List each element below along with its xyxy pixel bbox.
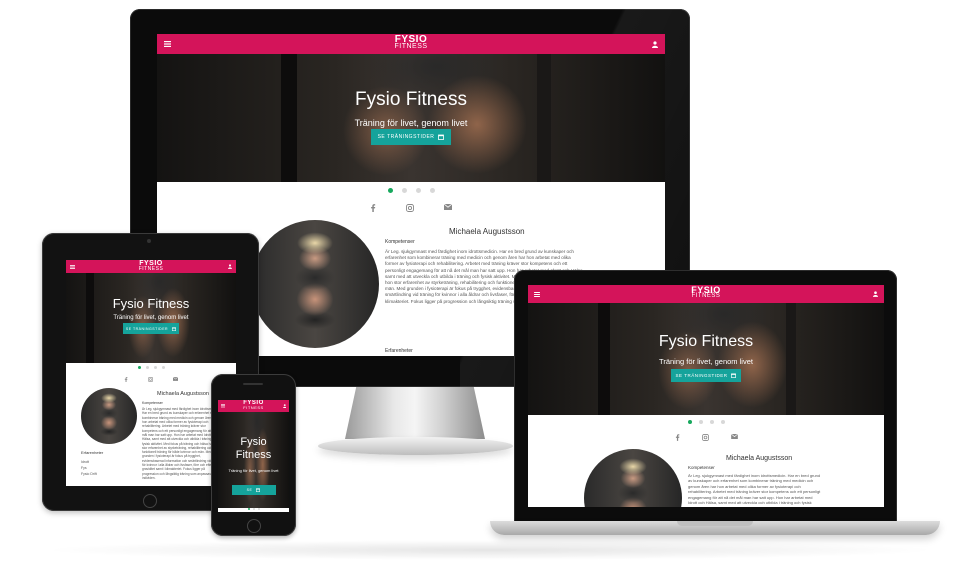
facebook-icon[interactable] [675,434,680,441]
phone-speaker [243,383,263,385]
mail-icon[interactable] [730,434,738,441]
social-links [528,434,884,441]
hero-subtitle: Träning för livet, genom livet [228,468,279,473]
hero-title: Fysio Fitness [235,436,272,461]
list-item[interactable]: Fysio Drift [81,472,131,478]
carousel-dot[interactable] [429,188,435,193]
logo[interactable]: FYSIO FITNESS [243,400,264,410]
carousel-dot[interactable] [153,366,157,369]
trainer-photo [81,388,137,444]
trainer-role: Kompetenser [688,465,715,470]
carousel-dot[interactable] [247,508,250,510]
hero-subtitle: Träning för livet, genom livet [113,315,189,321]
trainer-name: Michaela Augustsson [726,455,793,462]
hero-banner: Fysio Fitness Träning för livet, genom l… [218,412,289,508]
instagram-icon[interactable] [701,434,709,441]
calendar-icon [438,134,445,140]
trainer-photo [251,220,379,348]
carousel-dot[interactable] [252,508,255,510]
schedule-button[interactable]: SE TRÄNINGSTIDER [123,323,179,334]
carousel-dot[interactable] [687,420,692,424]
user-icon[interactable] [282,404,287,408]
user-icon[interactable] [873,291,878,297]
carousel-dot[interactable] [257,508,260,510]
phone-home-button [247,519,261,533]
carousel-dot[interactable] [720,420,725,424]
schedule-button[interactable]: SE TRÄNINGSTIDER [371,129,451,145]
carousel-dot[interactable] [401,188,407,193]
social-links [157,204,665,212]
hamburger-icon[interactable] [534,291,540,297]
trainer-description: Är Leg. sjukgymnast med färdighet inom i… [142,407,222,479]
trainer-name: Michaela Augustsson [157,391,209,397]
hero-title: Fysio Fitness [355,89,467,110]
hamburger-icon[interactable] [221,404,225,408]
phone-site: FYSIO FITNESS Fysio Fitness Träning för … [218,400,289,512]
carousel-dot[interactable] [709,420,714,424]
schedule-button[interactable]: SE TRÄNINGSTIDER [671,369,741,382]
laptop-site: FYSIO FITNESS Fysio Fitness Träning för … [528,285,884,507]
instagram-icon[interactable] [148,377,153,382]
logo[interactable]: FYSIO FITNESS [139,260,164,272]
carousel-dot[interactable] [145,366,149,369]
schedule-button[interactable]: SE [231,485,276,495]
hero-banner: Fysio Fitness Träning för livet, genom l… [66,273,236,363]
trainer-description: Är Leg. sjukgymnast med färdighet inom i… [688,473,821,505]
instagram-icon[interactable] [406,204,414,212]
tablet-menu-list: Idrott Fys Fysio Drift [81,460,131,478]
experience-heading: Erfarenheter [81,450,104,455]
hero-banner: Fysio Fitness Träning för livet, genom l… [528,303,884,415]
calendar-icon [172,326,177,331]
floor-shadow [40,540,940,560]
hero-subtitle: Träning för livet, genom livet [354,118,468,128]
carousel-dot[interactable] [387,188,393,193]
monitor-base [318,437,513,455]
hamburger-icon[interactable] [164,41,171,47]
trainer-name: Michaela Augustsson [449,227,525,236]
facebook-icon[interactable] [370,204,376,212]
hamburger-icon[interactable] [70,264,75,269]
tablet-camera [147,239,151,243]
experience-heading: Erfarenheter [385,348,413,354]
hero-title: Fysio Fitness [658,333,754,350]
user-icon[interactable] [652,40,658,48]
carousel-indicators [66,366,236,369]
tablet-home-button [143,494,157,508]
social-links [66,377,236,382]
trainer-photo [584,449,682,507]
facebook-icon[interactable] [124,377,128,382]
mail-icon[interactable] [444,204,452,212]
laptop-notch [677,521,753,526]
carousel-indicators [157,188,665,193]
calendar-icon [731,373,737,378]
carousel-indicators [528,420,884,424]
carousel-dot[interactable] [415,188,421,193]
carousel-indicators [218,508,289,510]
logo[interactable]: FYSIO FITNESS [394,35,427,51]
logo[interactable]: FYSIO FITNESS [691,285,721,299]
hero-subtitle: Träning för livet, genom livet [659,357,753,366]
mail-icon[interactable] [173,377,178,382]
carousel-dot[interactable] [698,420,703,424]
carousel-dot[interactable] [137,366,141,369]
monitor-neck [345,387,485,439]
calendar-icon [256,488,261,492]
trainer-role: Kompetenser [142,401,163,405]
trainer-role: Kompetenser [385,239,415,245]
carousel-dot[interactable] [161,366,165,369]
hero-title: Fysio Fitness [112,296,190,311]
user-icon[interactable] [228,264,232,269]
hero-banner: Fysio Fitness Träning för livet, genom l… [157,54,665,182]
